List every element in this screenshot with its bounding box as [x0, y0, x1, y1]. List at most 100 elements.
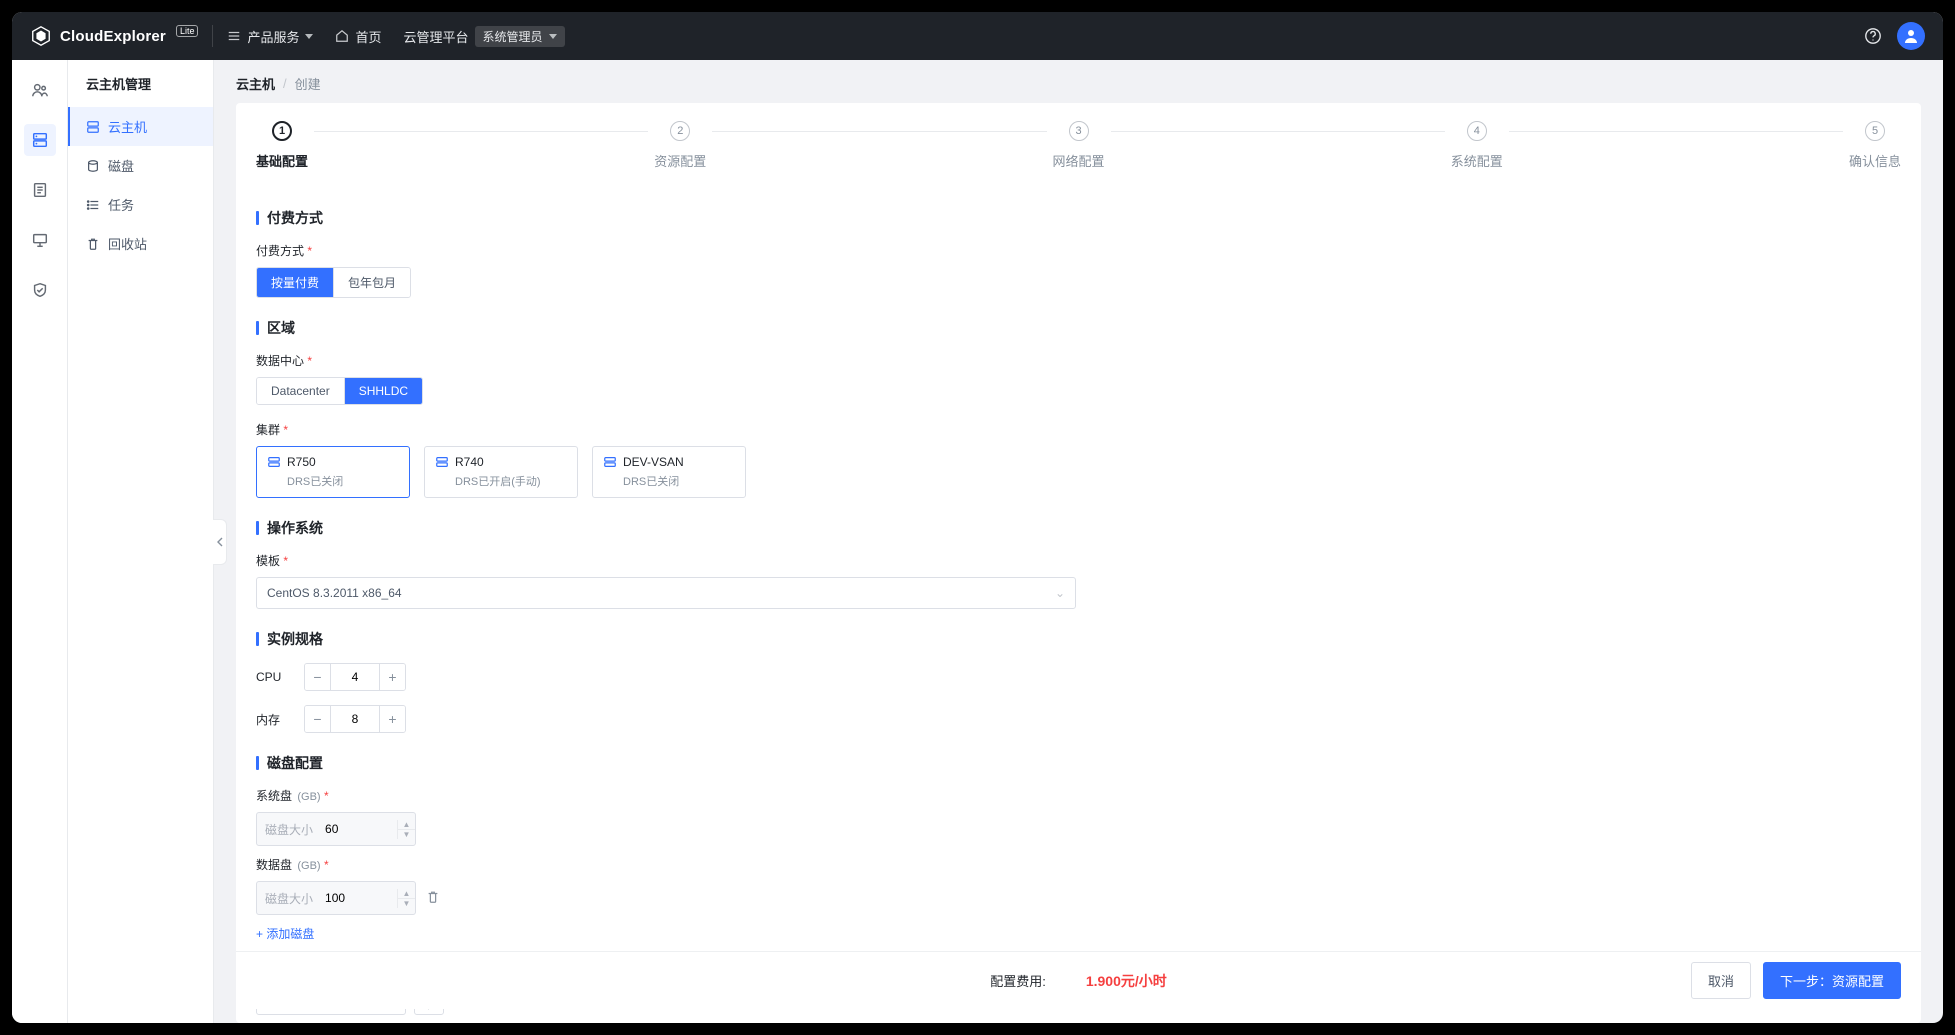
spin-up[interactable]: ▲: [398, 889, 415, 898]
nav-home[interactable]: 首页: [335, 27, 381, 46]
cluster-card-r740[interactable]: R740 DRS已开启(手动): [424, 446, 578, 498]
section-region-title: 区域: [256, 318, 1895, 338]
cluster-name: R740: [455, 455, 484, 469]
sidebar-item-label: 回收站: [108, 234, 147, 253]
icon-rail: [12, 60, 68, 1023]
nav-products-label: 产品服务: [247, 27, 299, 46]
sidebar-item-recycle[interactable]: 回收站: [68, 224, 213, 263]
cluster-card-r750[interactable]: R750 DRS已关闭: [256, 446, 410, 498]
sidebar: 云主机管理 云主机 磁盘 任务: [68, 60, 214, 1023]
nav-platform[interactable]: 云管理平台 系统管理员: [404, 26, 565, 47]
data-disk-input[interactable]: [321, 891, 397, 905]
role-badge[interactable]: 系统管理员: [475, 26, 565, 47]
disk-unit: (GB): [297, 860, 320, 872]
step-4[interactable]: 4 系统配置: [1451, 121, 1503, 170]
step-label: 系统配置: [1451, 151, 1503, 170]
cpu-increment[interactable]: +: [379, 664, 405, 690]
form-card: 1 基础配置 2 资源配置 3 网络配置: [236, 103, 1921, 1023]
billing-option-subscription[interactable]: 包年包月: [333, 268, 410, 297]
trash-icon: [426, 890, 440, 904]
datacenter-option-0[interactable]: Datacenter: [257, 378, 344, 404]
shield-icon: [31, 281, 49, 299]
list-icon: [86, 198, 100, 212]
cluster-card-dev-vsan[interactable]: DEV-VSAN DRS已关闭: [592, 446, 746, 498]
template-select[interactable]: CentOS 8.3.2011 x86_64 ⌄: [256, 577, 1076, 609]
data-disk-delete[interactable]: [426, 890, 440, 907]
sidebar-collapse-handle[interactable]: [213, 519, 227, 565]
chevron-down-icon: [305, 34, 313, 39]
template-label: 模板: [256, 552, 1895, 569]
section-os-title: 操作系统: [256, 518, 1895, 538]
step-5[interactable]: 5 确认信息: [1849, 121, 1901, 170]
next-step-button[interactable]: 下一步：资源配置: [1763, 962, 1901, 999]
mem-decrement[interactable]: −: [305, 706, 331, 732]
help-button[interactable]: [1859, 22, 1887, 50]
step-label: 资源配置: [654, 151, 706, 170]
step-line: [1509, 131, 1843, 132]
role-badge-label: 系统管理员: [483, 28, 543, 45]
disk-size-placeholder: 磁盘大小: [257, 821, 321, 838]
rail-item-monitor[interactable]: [24, 224, 56, 256]
user-avatar[interactable]: [1897, 22, 1925, 50]
sidebar-item-cloud-host[interactable]: 云主机: [68, 107, 213, 146]
chevron-down-icon: [549, 34, 557, 39]
step-1[interactable]: 1 基础配置: [256, 121, 308, 170]
section-billing-title: 付费方式: [256, 208, 1895, 228]
mem-increment[interactable]: +: [379, 706, 405, 732]
sidebar-item-disk[interactable]: 磁盘: [68, 146, 213, 185]
add-disk-link[interactable]: + 添加磁盘: [256, 925, 314, 942]
cpu-stepper: − +: [304, 663, 406, 691]
sidebar-title: 云主机管理: [68, 60, 213, 107]
cluster-icon: [267, 455, 281, 469]
system-disk-label: 系统盘 (GB): [256, 787, 1895, 804]
spin-down[interactable]: ▼: [398, 829, 415, 839]
disk-icon: [86, 159, 100, 173]
datacenter-label: 数据中心: [256, 352, 1895, 369]
cpu-label: CPU: [256, 670, 292, 684]
cluster-name: DEV-VSAN: [623, 455, 684, 469]
app-root: CloudExplorer Lite 产品服务 首页 云管理平台: [12, 12, 1943, 1023]
rail-item-security[interactable]: [24, 274, 56, 306]
topbar: CloudExplorer Lite 产品服务 首页 云管理平台: [12, 12, 1943, 60]
help-icon: [1864, 27, 1882, 45]
sidebar-items: 云主机 磁盘 任务 回收站: [68, 107, 213, 263]
rail-item-cloud-host[interactable]: [24, 124, 56, 156]
system-disk-row: 磁盘大小 ▲ ▼: [256, 812, 1895, 846]
step-label: 确认信息: [1849, 151, 1901, 170]
chevron-left-icon: [216, 537, 224, 547]
nav-home-label: 首页: [355, 27, 381, 46]
billing-option-pay-as-you-go[interactable]: 按量付费: [257, 268, 333, 297]
wizard-steps: 1 基础配置 2 资源配置 3 网络配置: [256, 117, 1901, 188]
user-icon: [1903, 28, 1919, 44]
home-icon: [335, 29, 349, 43]
logo[interactable]: CloudExplorer Lite: [30, 25, 198, 47]
cpu-input[interactable]: [331, 664, 379, 690]
system-disk-input-wrap: 磁盘大小 ▲ ▼: [256, 812, 416, 846]
sidebar-item-label: 任务: [108, 195, 134, 214]
spin-up[interactable]: ▲: [398, 820, 415, 829]
breadcrumb-root[interactable]: 云主机: [236, 74, 275, 93]
data-disk-spinner: ▲ ▼: [397, 889, 415, 908]
cluster-icon: [435, 455, 449, 469]
chevron-down-icon: ⌄: [1055, 586, 1065, 600]
system-disk-input[interactable]: [321, 822, 397, 836]
mem-input[interactable]: [331, 706, 379, 732]
cpu-decrement[interactable]: −: [305, 664, 331, 690]
nav-products[interactable]: 产品服务: [227, 27, 313, 46]
step-2[interactable]: 2 资源配置: [654, 121, 706, 170]
rail-item-billing[interactable]: [24, 174, 56, 206]
cancel-button[interactable]: 取消: [1691, 962, 1751, 999]
nav-platform-label: 云管理平台: [404, 27, 469, 46]
datacenter-option-1[interactable]: SHHLDC: [344, 378, 422, 404]
cost-label: 配置费用:: [990, 971, 1046, 990]
system-disk-label-text: 系统盘: [256, 789, 292, 803]
breadcrumb-sep: /: [283, 76, 287, 91]
system-disk-spinner: ▲ ▼: [397, 820, 415, 839]
cluster-name: R750: [287, 455, 316, 469]
rail-item-org[interactable]: [24, 74, 56, 106]
spin-down[interactable]: ▼: [398, 898, 415, 908]
form-scroll[interactable]: 付费方式 付费方式 按量付费 包年包月 区域 数据中心 Datacenter S…: [256, 188, 1901, 1023]
sidebar-item-tasks[interactable]: 任务: [68, 185, 213, 224]
step-circle: 4: [1467, 121, 1487, 141]
step-3[interactable]: 3 网络配置: [1053, 121, 1105, 170]
